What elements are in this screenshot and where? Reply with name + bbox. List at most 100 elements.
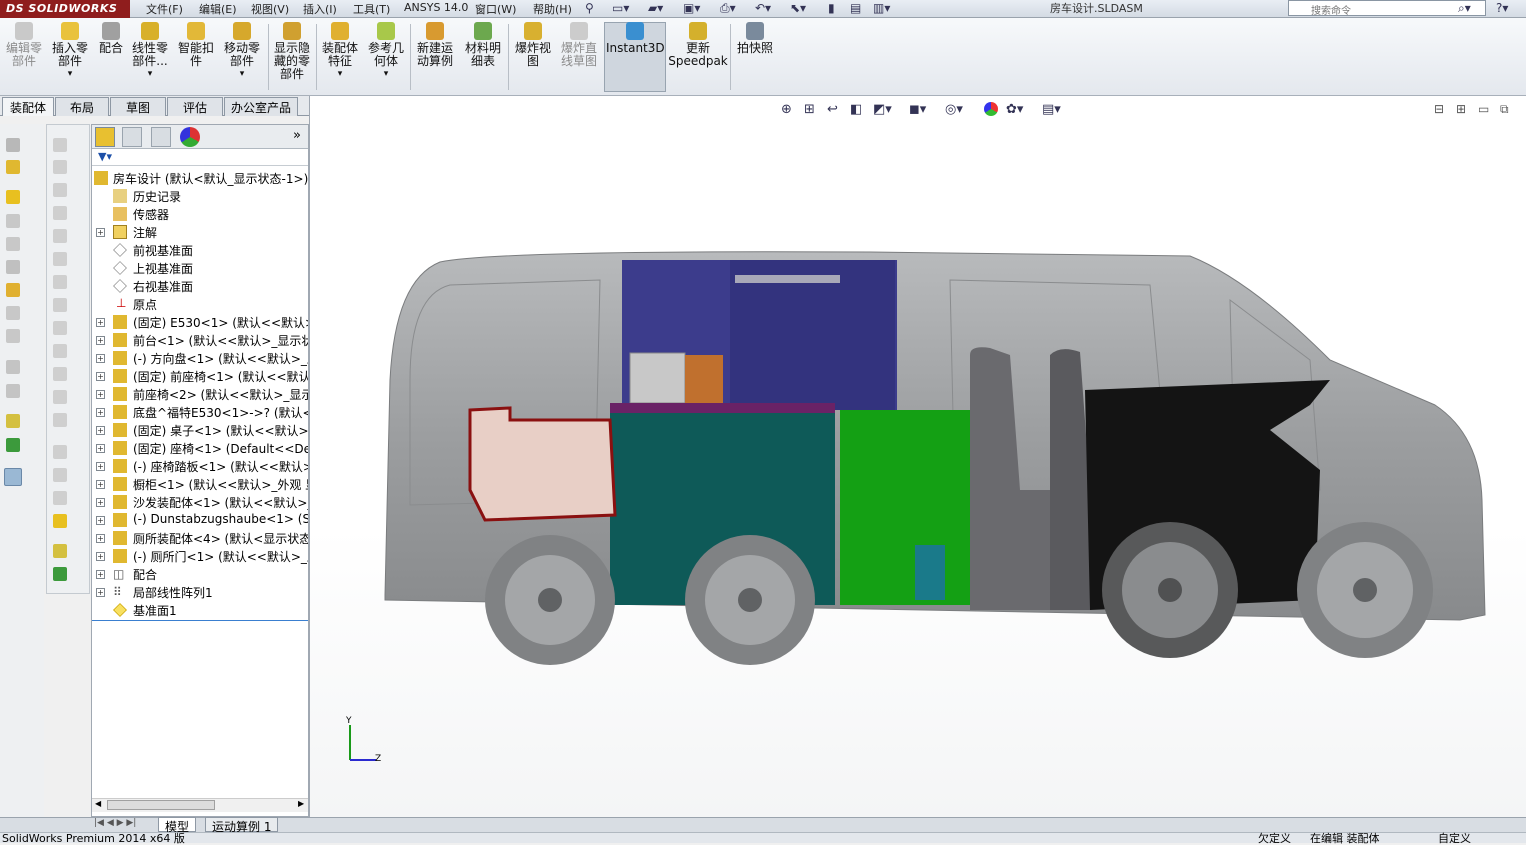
menu-file[interactable]: 文件(F) [146, 1, 183, 17]
expand-icon[interactable]: + [96, 498, 105, 507]
options-icon[interactable]: ▥▾ [873, 1, 890, 15]
menu-help[interactable]: 帮助(H) [533, 1, 572, 17]
tree-item-component[interactable]: + 橱柜<1> (默认<<默认>_外观 显 [92, 475, 308, 493]
expand-icon[interactable]: + [96, 408, 105, 417]
tree-item-sensors[interactable]: 传感器 [92, 205, 308, 223]
tab-motion-study-1[interactable]: 运动算例 1 [205, 817, 279, 834]
scroll-thumb[interactable] [107, 800, 215, 810]
help-icon[interactable]: ?▾ [1496, 1, 1508, 15]
tab-assembly[interactable]: 装配体 [2, 97, 54, 116]
tree-item-plane1[interactable]: 基准面1 [92, 601, 308, 619]
tree-item-component[interactable]: + 底盘^福特E530<1>->? (默认< [92, 403, 308, 421]
rebuild-icon[interactable]: ▮ [828, 1, 835, 15]
tree-item-component[interactable]: + 前台<1> (默认<<默认>_显示状 [92, 331, 308, 349]
tab-layout[interactable]: 布局 [55, 97, 109, 116]
new-document-icon[interactable]: ▭▾ [612, 1, 629, 15]
insert-component-button[interactable]: 插入零 部件 ▾ [48, 22, 92, 90]
reference-geometry-button[interactable]: 参考几 何体 ▾ [364, 22, 408, 90]
tab-office-products[interactable]: 办公室产品 [224, 97, 298, 116]
property-manager-tab-icon[interactable] [122, 127, 142, 147]
hide-show-items-icon[interactable]: ◎▾ [945, 102, 963, 117]
tool-icon[interactable] [6, 329, 20, 343]
tree-item-front-plane[interactable]: 前视基准面 [92, 241, 308, 259]
view-orientation-icon[interactable]: ◩▾ [873, 102, 892, 117]
zoom-to-area-icon[interactable]: ⊞ [804, 102, 815, 117]
maximize-viewport-icon[interactable]: ⧉ [1500, 102, 1509, 117]
expand-icon[interactable]: + [96, 444, 105, 453]
expand-icon[interactable]: + [96, 336, 105, 345]
tool-icon[interactable] [6, 214, 20, 228]
expand-icon[interactable]: + [96, 588, 105, 597]
tree-item-component[interactable]: + (固定) 前座椅<1> (默认<<默认> [92, 367, 308, 385]
linear-pattern-button[interactable]: 线性零 部件... ▾ [128, 22, 172, 90]
section-view-icon[interactable]: ◧ [850, 102, 862, 117]
tool-icon[interactable] [6, 306, 20, 320]
assembly-feature-button[interactable]: 装配体 特征 ▾ [318, 22, 362, 90]
menu-ansys[interactable]: ANSYS 14.0 [404, 1, 468, 14]
tool-icon[interactable] [6, 160, 20, 174]
scroll-right-icon[interactable]: ▶ [298, 799, 304, 808]
split-viewport-icon[interactable]: ⊞ [1456, 102, 1466, 116]
solidworks-logo[interactable]: DS SOLIDWORKS [0, 0, 130, 18]
menu-insert[interactable]: 插入(I) [303, 1, 337, 17]
show-hidden-button[interactable]: 显示隐 藏的零 部件 [270, 22, 314, 90]
tool-icon[interactable] [53, 514, 67, 528]
tool-icon[interactable] [53, 206, 67, 220]
tree-item-component[interactable]: + (-) Dunstabzugshaube<1> (Sta [92, 511, 308, 529]
file-properties-icon[interactable]: ▤ [850, 1, 861, 15]
tree-item-component[interactable]: + 沙发装配体<1> (默认<<默认>_ [92, 493, 308, 511]
tool-icon[interactable] [53, 160, 67, 174]
expand-icon[interactable]: + [96, 228, 105, 237]
tool-icon[interactable] [53, 413, 67, 427]
expand-icon[interactable]: + [96, 570, 105, 579]
tree-item-mates[interactable]: + ◫ 配合 [92, 565, 308, 583]
tab-nav-arrows-icon[interactable]: |◀ ◀ ▶ ▶| [94, 818, 136, 828]
view-settings-icon[interactable]: ▤▾ [1042, 102, 1061, 117]
update-speedpak-button[interactable]: 更新 Speedpak [668, 22, 728, 90]
tree-item-history[interactable]: 历史记录 [92, 187, 308, 205]
tree-item-component[interactable]: + (-) 厕所门<1> (默认<<默认>_显 [92, 547, 308, 565]
tool-icon[interactable] [53, 468, 67, 482]
apply-scene-icon[interactable]: ✿▾ [1006, 102, 1023, 117]
tool-icon[interactable] [53, 183, 67, 197]
tool-icon[interactable] [6, 237, 20, 251]
exploded-view-button[interactable]: 爆炸视 图 [510, 22, 556, 90]
tool-icon[interactable] [6, 360, 20, 374]
tree-item-component[interactable]: + 厕所装配体<4> (默认<显示状态 [92, 529, 308, 547]
expand-icon[interactable]: + [96, 354, 105, 363]
tree-item-component[interactable]: + (固定) 桌子<1> (默认<<默认>_ [92, 421, 308, 439]
save-icon[interactable]: ▣▾ [683, 1, 700, 15]
expand-icon[interactable]: + [96, 372, 105, 381]
tool-icon[interactable] [53, 252, 67, 266]
tool-icon[interactable] [53, 390, 67, 404]
expand-icon[interactable]: + [96, 426, 105, 435]
tool-icon[interactable] [53, 567, 67, 581]
search-icon[interactable]: ⌕▾ [1458, 1, 1471, 16]
tool-icon[interactable] [6, 384, 20, 398]
tree-item-right-plane[interactable]: 右视基准面 [92, 277, 308, 295]
search-commands-input[interactable]: 搜索命令 [1288, 0, 1486, 17]
tree-item-component[interactable]: + 前座椅<2> (默认<<默认>_显示 [92, 385, 308, 403]
feature-tree-tab-icon[interactable] [95, 127, 115, 147]
tree-item-component[interactable]: + (-) 座椅踏板<1> (默认<<默认>_ [92, 457, 308, 475]
expand-icon[interactable]: + [96, 480, 105, 489]
tool-icon[interactable] [53, 491, 67, 505]
status-units[interactable]: 自定义 [1438, 832, 1471, 845]
menu-window[interactable]: 窗口(W) [475, 1, 516, 17]
display-manager-tab-icon[interactable] [180, 127, 200, 147]
snapshot-button[interactable]: 拍快照 [732, 22, 778, 90]
tool-icon[interactable] [53, 321, 67, 335]
previous-view-icon[interactable]: ↩ [827, 102, 838, 117]
smart-fastener-button[interactable]: 智能扣 件 [174, 22, 218, 90]
tool-icon[interactable] [53, 344, 67, 358]
zoom-to-fit-icon[interactable]: ⊕ [781, 102, 792, 117]
menu-tools[interactable]: 工具(T) [353, 1, 390, 17]
tree-item-component[interactable]: + (固定) 座椅<1> (Default<<Defa [92, 439, 308, 457]
tool-icon[interactable] [6, 414, 20, 428]
menu-view[interactable]: 视图(V) [251, 1, 289, 17]
restore-viewport-icon[interactable]: ⊟ [1434, 102, 1444, 116]
tool-icon[interactable] [53, 275, 67, 289]
expand-icon[interactable]: + [96, 552, 105, 561]
tree-item-linear-pattern[interactable]: + ⠿ 局部线性阵列1 [92, 583, 308, 601]
tab-model[interactable]: 模型 [158, 817, 197, 834]
